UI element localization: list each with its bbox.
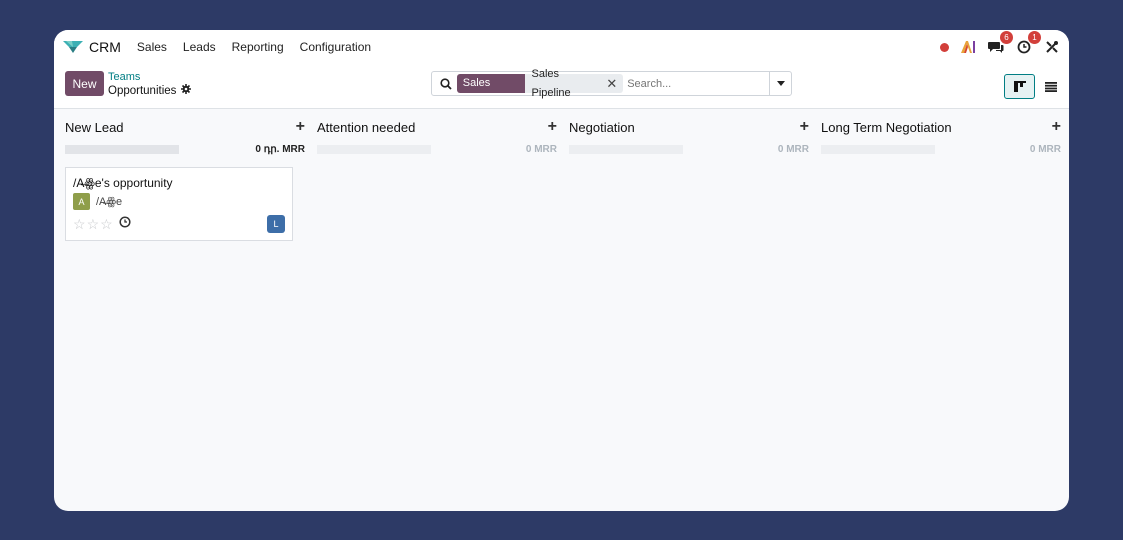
breadcrumb-teams[interactable]: Teams	[108, 71, 140, 83]
column-progress: 0 MRR	[569, 141, 809, 157]
progress-bar[interactable]	[65, 144, 179, 154]
search-bar: Sales Team Sales Pipeline ✕	[431, 68, 792, 108]
search-icon[interactable]	[435, 77, 457, 90]
add-card-icon[interactable]: +	[548, 118, 557, 136]
ai-icon[interactable]	[959, 38, 977, 56]
systray: 6 1	[940, 30, 1061, 64]
column-progress: 0 դր. MRR	[65, 141, 305, 157]
search-input[interactable]	[623, 77, 770, 90]
chat-icon[interactable]: 6	[987, 31, 1013, 56]
facet-value-text: Sales Pipeline	[531, 67, 571, 99]
facet-value: Sales Pipeline ✕	[525, 68, 624, 99]
column-title[interactable]: New Lead	[65, 120, 124, 135]
column-total: 0 դր. MRR	[255, 143, 305, 155]
progress-bar[interactable]	[821, 144, 935, 154]
star-icon[interactable]: ☆	[100, 217, 113, 231]
add-card-icon[interactable]: +	[1052, 118, 1061, 136]
column-total: 0 MRR	[525, 143, 557, 155]
list-view-icon	[1044, 81, 1057, 92]
column-title[interactable]: Negotiation	[569, 120, 635, 135]
gear-icon[interactable]	[181, 84, 192, 97]
partner-name: /A̶ꙮe	[96, 196, 123, 208]
facet-label: Sales Team	[456, 74, 526, 108]
column-title[interactable]: Attention needed	[317, 120, 415, 135]
kanban-column: New Lead + 0 դր. MRR /A̶ꙮe's opportunity…	[65, 109, 305, 511]
column-title[interactable]: Long Term Negotiation	[821, 120, 952, 135]
list-view-button[interactable]	[1035, 74, 1066, 99]
view-switcher	[1004, 74, 1066, 99]
progress-bar[interactable]	[317, 144, 431, 154]
card-footer: ☆ ☆ ☆	[73, 215, 131, 233]
column-header: New Lead +	[65, 109, 305, 141]
card-partner: A /A̶ꙮe	[73, 193, 285, 210]
star-icon[interactable]: ☆	[87, 217, 100, 231]
column-total: 0 MRR	[777, 143, 809, 155]
activities-badge: 1	[1028, 31, 1041, 44]
menu-configuration[interactable]: Configuration	[300, 40, 371, 54]
crm-logo-icon[interactable]	[63, 40, 83, 54]
column-total: 0 MRR	[1029, 143, 1061, 155]
messages-badge: 6	[1000, 31, 1013, 44]
app-name[interactable]: CRM	[89, 39, 121, 55]
clock-icon[interactable]	[119, 215, 131, 233]
app-window: CRM Sales Leads Reporting Configuration …	[54, 30, 1069, 511]
top-navbar: CRM Sales Leads Reporting Configuration …	[54, 30, 1069, 64]
kanban-board: New Lead + 0 դր. MRR /A̶ꙮe's opportunity…	[54, 109, 1069, 511]
kanban-view-icon	[1013, 81, 1026, 92]
control-panel: New Teams Opportunities Sales Team Sales…	[54, 64, 1069, 109]
progress-bar[interactable]	[569, 144, 683, 154]
clock-icon[interactable]: 1	[1015, 31, 1041, 56]
caret-down-icon	[776, 81, 785, 86]
menu-sales[interactable]: Sales	[137, 40, 167, 54]
kanban-card[interactable]: /A̶ꙮe's opportunity A /A̶ꙮe ☆ ☆ ☆ L	[65, 167, 293, 241]
add-card-icon[interactable]: +	[296, 118, 305, 136]
partner-avatar: A	[73, 193, 90, 210]
column-header: Attention needed +	[317, 109, 557, 141]
column-header: Long Term Negotiation +	[821, 109, 1061, 141]
page-title: Opportunities	[108, 84, 177, 97]
search-options-toggle[interactable]	[769, 72, 791, 95]
tools-icon[interactable]	[1043, 38, 1061, 56]
card-title: /A̶ꙮe's opportunity	[73, 176, 173, 190]
menu-leads[interactable]: Leads	[183, 40, 216, 54]
kanban-column: Negotiation + 0 MRR	[569, 109, 809, 511]
star-icon[interactable]: ☆	[73, 217, 86, 231]
kanban-column: Long Term Negotiation + 0 MRR	[821, 109, 1061, 511]
column-progress: 0 MRR	[317, 141, 557, 157]
facet-remove-icon[interactable]: ✕	[606, 74, 617, 93]
add-card-icon[interactable]: +	[800, 118, 809, 136]
kanban-column: Attention needed + 0 MRR	[317, 109, 557, 511]
breadcrumb-current: Opportunities	[108, 84, 192, 97]
new-button[interactable]: New	[65, 71, 104, 96]
salesperson-avatar[interactable]: L	[267, 215, 285, 233]
column-progress: 0 MRR	[821, 141, 1061, 157]
column-header: Negotiation +	[569, 109, 809, 141]
menu-reporting[interactable]: Reporting	[232, 40, 284, 54]
kanban-view-button[interactable]	[1004, 74, 1035, 99]
status-dot-icon[interactable]	[940, 42, 949, 52]
